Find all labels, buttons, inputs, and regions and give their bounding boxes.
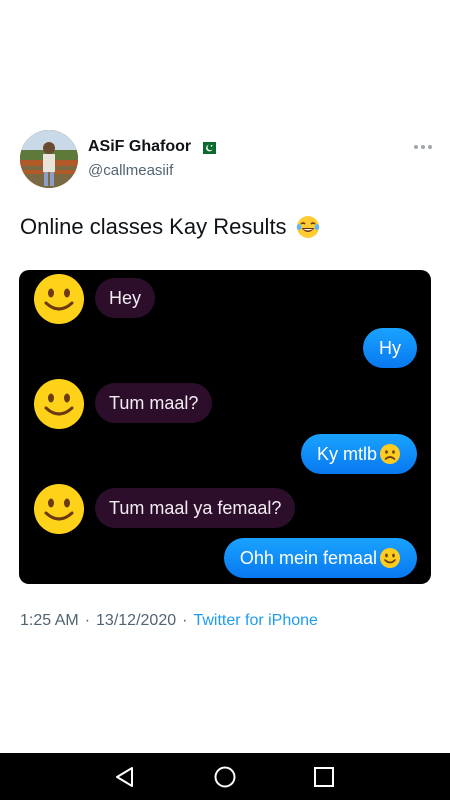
tweet-date[interactable]: 13/12/2020: [96, 612, 176, 630]
outgoing-message-bubble: Ohh mein femaal: [223, 538, 417, 578]
smiley-avatar-icon: [34, 379, 84, 429]
more-options-icon[interactable]: [408, 140, 432, 154]
avatar[interactable]: [20, 130, 78, 188]
outgoing-message-text: Ohh mein femaal: [239, 548, 377, 568]
outgoing-message-bubble: Hy: [363, 328, 417, 368]
pakistan-flag-icon: [198, 141, 217, 154]
confused-face-emoji-icon: [380, 444, 400, 464]
tweet-text-content: Online classes Kay Results: [20, 214, 287, 239]
incoming-message-bubble: Tum maal ya femaal?: [95, 488, 296, 528]
back-triangle-icon[interactable]: [112, 764, 138, 790]
recents-square-icon[interactable]: [311, 764, 337, 790]
meta-separator: ·: [182, 612, 188, 629]
smiley-avatar-icon: [34, 274, 84, 324]
outgoing-message-text: Ky mtlb: [316, 444, 377, 464]
name-row: ASiF Ghafoor: [88, 138, 217, 156]
meta-separator: ·: [84, 612, 91, 629]
chat-screenshot-image[interactable]: Hey Hy Tum maal? Ky mtlb Tum maal ya fem…: [19, 270, 431, 584]
tweet-metadata: 1:25 AM · 13/12/2020 · Twitter for iPhon…: [20, 612, 318, 630]
home-circle-icon[interactable]: [212, 764, 238, 790]
tweet-header: ASiF Ghafoor @callmeasiif: [20, 130, 432, 190]
incoming-message-bubble: Hey: [95, 278, 156, 318]
tweet-text: Online classes Kay Results: [20, 214, 321, 240]
smiling-face-emoji-icon: [380, 548, 400, 568]
tweet-source-link[interactable]: Twitter for iPhone: [193, 612, 318, 630]
smiley-avatar-icon: [34, 484, 84, 534]
tweet-time[interactable]: 1:25 AM: [20, 612, 79, 630]
android-navigation-bar: [0, 753, 450, 800]
display-name[interactable]: ASiF Ghafoor: [88, 138, 191, 156]
outgoing-message-text: Hy: [379, 338, 401, 358]
outgoing-message-bubble: Ky mtlb: [300, 434, 417, 474]
incoming-message-bubble: Tum maal?: [95, 383, 213, 423]
laughing-tears-emoji-icon: [295, 214, 321, 240]
user-handle[interactable]: @callmeasiif: [88, 162, 173, 179]
